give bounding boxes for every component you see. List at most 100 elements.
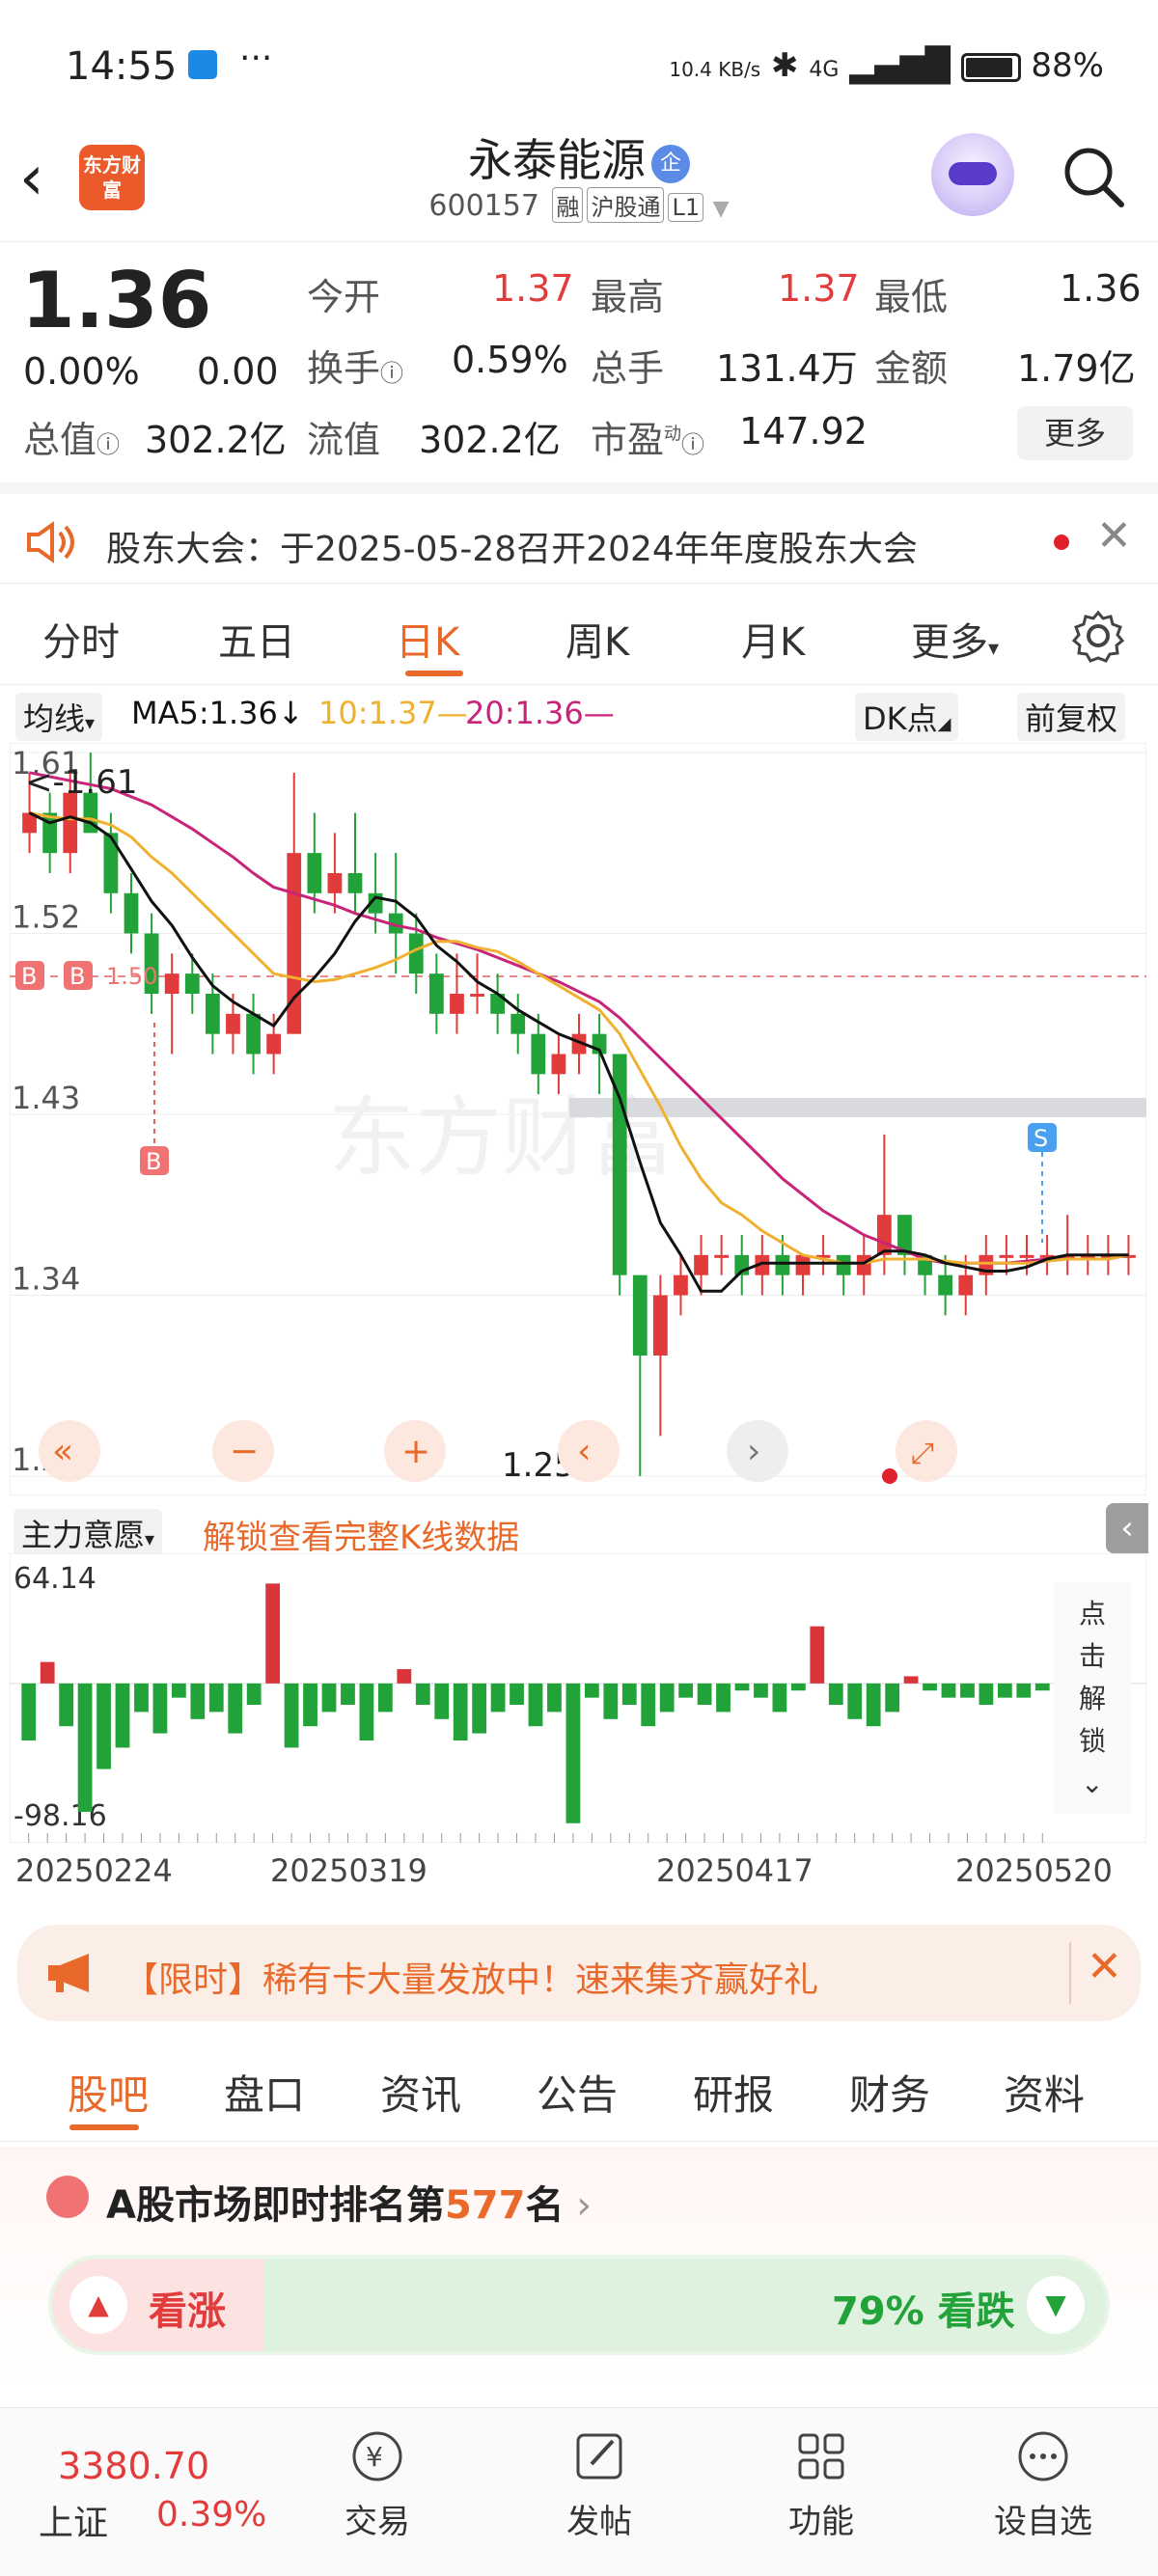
tab-monthly-k[interactable]: 月K [741,611,805,667]
indicator-bar [716,1683,731,1713]
scroll-left-button[interactable]: ‹ [558,1420,620,1482]
indicator-bar [321,1683,337,1713]
indicator-bar [453,1683,468,1740]
y-tick-label: 1.34 [12,1261,80,1298]
back-button[interactable]: ‹ [19,145,77,212]
candle-body [795,1254,811,1275]
enterprise-badge: 企 [651,144,690,183]
candle-body [674,1274,688,1296]
scroll-left-fast-button[interactable]: « [39,1420,100,1482]
indicator-bar [134,1683,149,1713]
bearish-arrow-icon[interactable]: ▼ [1027,2276,1085,2334]
unlock-kline-link[interactable]: 解锁查看完整K线数据 [203,1511,519,1558]
tab-news[interactable]: 资讯 [380,2063,461,2122]
status-right: 10.4 KB/s ✱ 4G ▂▄▆█ 88% [669,46,1104,85]
turnover-label[interactable]: 换手ⓘ [307,339,403,392]
nav-trade[interactable]: ¥ 交易 [295,2427,459,2542]
more-quote-button[interactable]: 更多 [1017,406,1133,460]
bullish-arrow-icon[interactable]: ▲ [69,2276,127,2334]
svg-text:B: B [69,963,85,990]
indicator-bar [734,1683,750,1691]
assistant-robot-icon[interactable] [931,133,1014,216]
candle-body [428,973,444,1014]
tab-profile[interactable]: 资料 [1004,2063,1085,2122]
promo-banner[interactable]: 【限时】稀有卡大量发放中！速来集齐赢好礼 ✕ [17,1925,1141,2021]
last-price: 1.36 [21,256,212,345]
ranking-text[interactable]: A股市场即时排名第577名 › [106,2174,592,2230]
kline-chart[interactable]: 东方财富 1.611.521.431.341.25 <-1.61 1.25-> … [10,743,1146,1495]
zoom-out-button[interactable]: − [212,1420,274,1482]
candle-body [694,1254,708,1275]
side-text-char: 锁 [1079,1725,1106,1757]
app-notification-icon [188,50,217,79]
close-promo-icon[interactable]: ✕ [1087,1942,1122,1991]
indicator-bar [659,1683,675,1713]
candle-body [266,1033,282,1055]
indicator-selector[interactable]: 主力意愿▾ [14,1509,163,1557]
candle-body [184,973,200,994]
dk-point-selector[interactable]: DK点◢ [855,693,959,741]
pe-label[interactable]: 市盈动ⓘ [591,410,704,463]
candle-body [836,1254,851,1275]
candle-body [938,1274,953,1296]
candle-body [714,1254,730,1258]
bearish-label[interactable]: 79% 看跌 [832,2280,1015,2336]
battery-icon [960,52,1021,82]
index-name[interactable]: 上证 [39,2495,108,2545]
tab-announcements[interactable]: 公告 [537,2063,618,2122]
svg-text:«: « [52,1432,73,1471]
notice-bar[interactable]: 股东大会：于2025-05-28召开2024年年度股东大会 ✕ [0,482,1158,584]
candle-body [470,994,484,997]
tag-margin: 融 [552,187,584,223]
indicator-bar [885,1683,900,1713]
collapse-panel-icon[interactable]: ‹ [1106,1503,1148,1553]
candle-body [307,853,322,893]
tab-more[interactable]: 更多▾ [911,611,999,667]
candle-body [999,1254,1014,1258]
stock-code-line[interactable]: 600157 融沪股通 L1 ▼ [290,187,868,223]
bullish-label[interactable]: 看涨 [149,2280,226,2336]
tab-pankou[interactable]: 盘口 [224,2063,305,2122]
scroll-right-button[interactable]: › [727,1420,788,1482]
indicator-bar [528,1683,543,1727]
close-notice-icon[interactable]: ✕ [1096,511,1132,561]
index-value[interactable]: 3380.70 [58,2445,209,2487]
zoom-in-button[interactable]: + [384,1420,446,1482]
fullscreen-button[interactable]: ⤢ [896,1420,957,1482]
tab-research[interactable]: 研报 [693,2063,774,2122]
tab-weekly-k[interactable]: 周K [565,611,629,667]
pe-value: 147.92 [739,410,868,452]
indicator-bar [960,1683,975,1698]
candle-body [632,1274,648,1356]
candle-body [327,873,343,893]
nav-functions[interactable]: 功能 [739,2427,903,2542]
ranking-icon [46,2176,89,2218]
date-axis: 20250224 20250319 20250417 20250520 [0,1845,1158,1903]
adjust-selector[interactable]: 前复权 [1017,693,1126,741]
tab-finance[interactable]: 财务 [849,2063,930,2122]
tab-intraday[interactable]: 分时 [42,611,120,667]
svg-text:B: B [146,1148,161,1175]
candle-body [856,1254,871,1275]
tab-five-day[interactable]: 五日 [218,611,295,667]
ma-selector[interactable]: 均线▾ [15,693,103,741]
active-tab-indicator [405,671,463,676]
index-change[interactable]: 0.39% [156,2495,266,2535]
candle-body [531,1033,546,1075]
tab-guba[interactable]: 股吧 [68,2063,149,2122]
notice-text: 股东大会：于2025-05-28召开2024年年度股东大会 [106,530,918,569]
status-time: 14:55 [66,44,178,89]
settings-gear-icon[interactable] [1071,609,1125,663]
ranking-section: A股市场即时排名第577名 › ▲ 看涨 79% 看跌 ▼ [0,2147,1158,2388]
app-logo[interactable]: 东方财富 [79,145,145,210]
nav-add-watchlist[interactable]: 设自选 [961,2427,1125,2542]
mktcap-label[interactable]: 总值ⓘ [23,410,120,463]
indicator-bar [341,1683,355,1706]
candle-body [103,833,119,893]
active-tab-indicator [69,2124,139,2130]
candle-body [450,994,464,1014]
search-icon[interactable] [1060,143,1127,210]
nav-post[interactable]: 发帖 [517,2427,681,2542]
ma-legend-bar: 均线▾ MA5:1.36↓ 10:1.37— 20:1.36— DK点◢ 前复权 [0,687,1158,741]
tab-daily-k[interactable]: 日K [396,611,459,667]
